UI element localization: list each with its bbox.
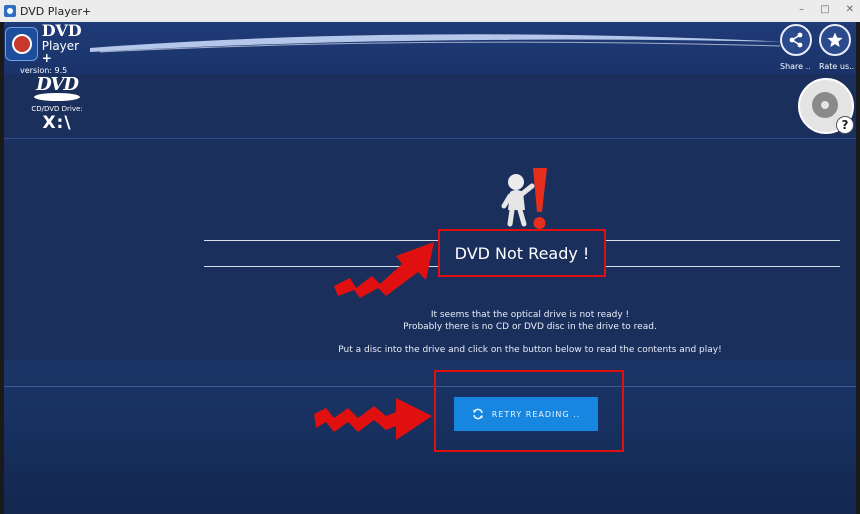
drive-dvd-logo: DVD	[36, 74, 79, 95]
retry-reading-label: RETRY READING ..	[491, 409, 581, 419]
app-icon	[4, 5, 16, 17]
rate-label: Rate us..	[819, 62, 855, 71]
window-controls: – □ ✕	[799, 4, 854, 15]
logo-plus-text: +	[41, 51, 52, 66]
bezel-left	[0, 22, 4, 514]
content-divider	[0, 138, 860, 139]
drive-letter: X:\	[42, 113, 72, 133]
exclamation-icon	[533, 168, 547, 229]
retry-reading-button[interactable]: RETRY READING ..	[454, 397, 598, 431]
app-logo: DVD Player +	[5, 20, 91, 68]
bezel-right	[856, 22, 860, 514]
maximize-button[interactable]: □	[820, 4, 829, 15]
refresh-icon	[472, 408, 483, 420]
message-line-1: It seems that the optical drive is not r…	[430, 310, 630, 320]
logo-dvd-text: DVD	[41, 21, 82, 40]
share-button[interactable]	[780, 24, 812, 56]
drive-panel[interactable]: DVD CD/DVD Drive: X:\	[26, 74, 88, 133]
status-title: DVD Not Ready !	[438, 229, 606, 277]
status-title-text: DVD Not Ready !	[454, 243, 590, 263]
lower-divider	[0, 386, 860, 387]
share-icon	[789, 32, 803, 48]
app-window: DVD Player+ – □ ✕ DVD Player + version: …	[0, 0, 860, 514]
disc-help-button[interactable]: ?	[798, 78, 854, 134]
message-line-2: Probably there is no CD or DVD disc in t…	[403, 322, 657, 332]
share-label: Share ..	[780, 62, 811, 71]
red-arrow-icon-2	[314, 398, 432, 440]
titlebar: DVD Player+ – □ ✕	[0, 0, 860, 23]
header-swoosh	[90, 34, 790, 53]
star-icon	[827, 32, 843, 47]
message-line-3: Put a disc into the drive and click on t…	[338, 345, 722, 355]
close-button[interactable]: ✕	[846, 4, 854, 15]
minimize-button[interactable]: –	[799, 4, 804, 15]
help-icon: ?	[836, 116, 854, 134]
red-arrow-icon	[334, 242, 434, 298]
rate-button[interactable]	[819, 24, 851, 56]
drive-label: CD/DVD Drive:	[31, 105, 83, 113]
logo-disc-icon	[5, 27, 38, 61]
window-title: DVD Player+	[20, 4, 92, 18]
